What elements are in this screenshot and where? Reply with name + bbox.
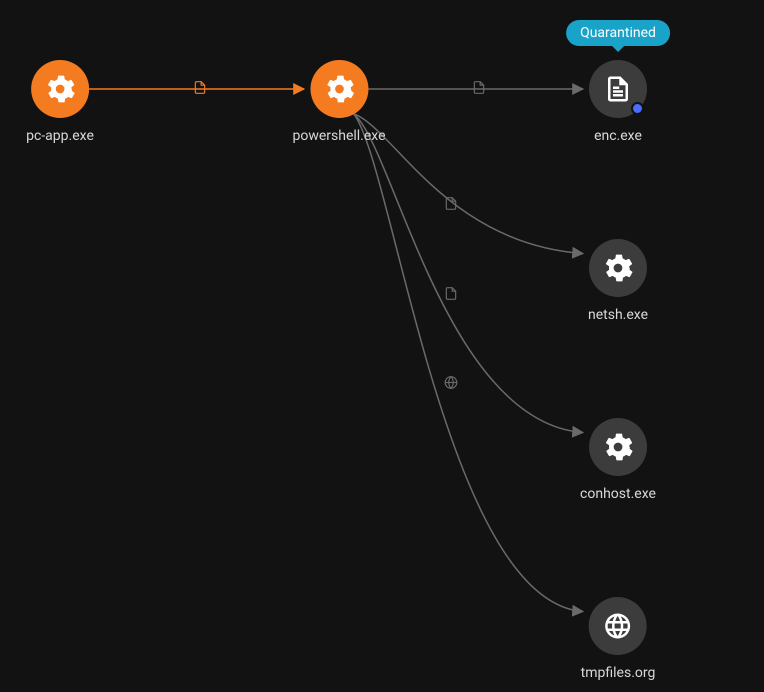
- node-label: netsh.exe: [588, 307, 648, 323]
- edge: [354, 114, 584, 433]
- edge: [354, 114, 584, 254]
- node-label: enc.exe: [594, 128, 642, 144]
- process-node-n6[interactable]: tmpfiles.org: [581, 597, 656, 681]
- process-node-n1[interactable]: pc-app.exe: [26, 60, 94, 144]
- gear-icon: [31, 60, 89, 118]
- quarantine-badge: Quarantined: [566, 20, 670, 46]
- status-dot: [631, 102, 644, 115]
- document-icon: [444, 286, 458, 305]
- node-label: conhost.exe: [580, 486, 656, 502]
- gear-icon: [589, 239, 647, 297]
- document-icon: [444, 196, 458, 215]
- edge: [354, 114, 584, 612]
- document-icon: [589, 60, 647, 118]
- process-node-n4[interactable]: netsh.exe: [588, 239, 648, 323]
- node-label: powershell.exe: [292, 128, 385, 144]
- process-node-n2[interactable]: powershell.exe: [292, 60, 385, 144]
- document-icon: [472, 80, 486, 99]
- process-node-n5[interactable]: conhost.exe: [580, 418, 656, 502]
- document-icon: [193, 80, 207, 99]
- node-label: pc-app.exe: [26, 128, 94, 144]
- process-node-n3[interactable]: enc.exeQuarantined: [589, 60, 647, 144]
- node-label: tmpfiles.org: [581, 665, 656, 681]
- globe-icon: [589, 597, 647, 655]
- globe-icon: [444, 375, 458, 394]
- gear-icon: [310, 60, 368, 118]
- gear-icon: [589, 418, 647, 476]
